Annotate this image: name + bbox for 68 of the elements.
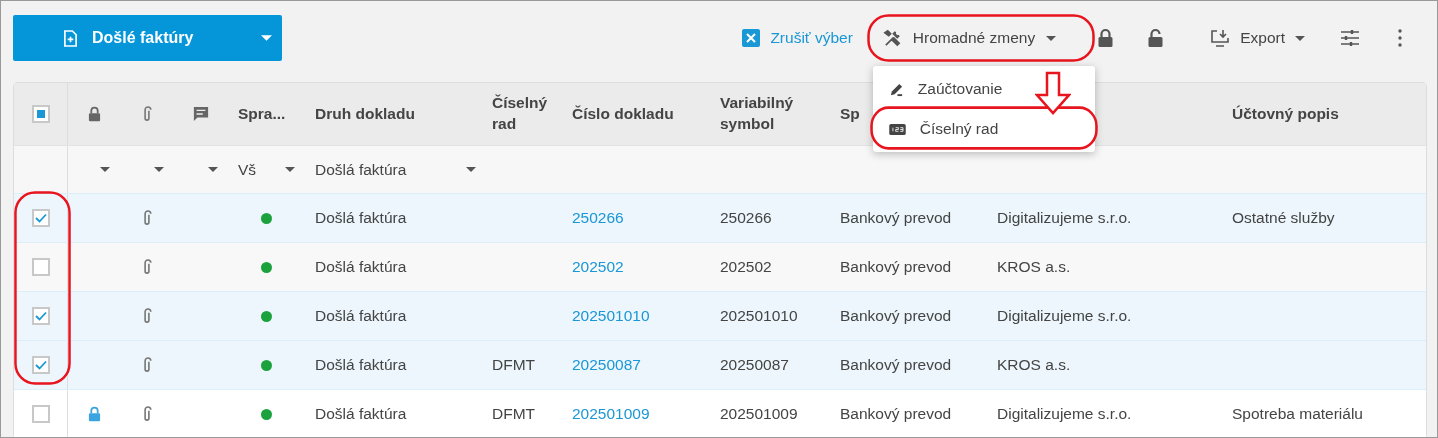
menu-item[interactable]: Zaúčtovanie <box>872 69 1095 109</box>
close-icon <box>742 29 761 47</box>
lock-icon <box>87 106 101 122</box>
filter-dropdown[interactable]: Došlá faktúra <box>315 160 482 179</box>
caret-icon <box>1046 35 1057 41</box>
table-cell: 202501009 <box>720 405 798 423</box>
table-cell: Bankový prevod <box>840 258 952 276</box>
caret-icon <box>466 167 476 172</box>
file-plus-icon <box>63 29 78 47</box>
row-checkbox[interactable] <box>31 209 50 227</box>
table-cell: 20250087 <box>720 356 789 374</box>
table-cell: 202501010 <box>720 307 798 325</box>
monitor-download-icon <box>1210 29 1231 47</box>
table-cell: Došlá faktúra <box>315 209 407 227</box>
table-cell: DFMT <box>492 356 536 374</box>
table-cell: Došlá faktúra <box>315 356 407 374</box>
table-cell: Došlá faktúra <box>315 307 407 325</box>
table-cell: KROS a.s. <box>997 258 1071 276</box>
column-header[interactable]: Číselný rad <box>492 93 552 135</box>
table-cell: Digitalizujeme s.r.o. <box>997 405 1132 423</box>
table-cell: 202502 <box>720 258 772 276</box>
caret-icon <box>261 35 272 41</box>
column-header[interactable]: Číslo dokladu <box>572 103 674 125</box>
row-checkbox[interactable] <box>31 405 50 423</box>
caret-icon <box>1295 35 1305 41</box>
paperclip-icon[interactable] <box>142 307 152 325</box>
check-icon <box>34 360 47 370</box>
row-checkbox[interactable] <box>31 356 50 374</box>
check-icon <box>34 311 47 321</box>
column-header[interactable]: Účtovný popis <box>1232 103 1339 125</box>
row-checkbox[interactable] <box>31 307 50 325</box>
column-header[interactable]: Spra... <box>238 103 286 125</box>
column-header[interactable]: Variabilný symbol <box>720 93 810 135</box>
table-cell: Došlá faktúra <box>315 258 407 276</box>
tools-icon <box>882 28 902 48</box>
caret-icon <box>154 167 164 172</box>
table-cell: KROS a.s. <box>997 356 1071 374</box>
down-arrow <box>1034 71 1071 115</box>
menu-item[interactable]: Číselný rad <box>872 109 1095 149</box>
table-cell: Digitalizujeme s.r.o. <box>997 209 1132 227</box>
paperclip-icon[interactable] <box>142 258 152 276</box>
caret-icon <box>285 167 295 172</box>
table-cell: Bankový prevod <box>840 307 952 325</box>
paperclip-icon <box>142 105 152 123</box>
paperclip-icon[interactable] <box>142 356 152 374</box>
check-icon <box>34 213 47 223</box>
paperclip-icon[interactable] <box>142 405 152 423</box>
table-cell: Spotreba materiálu <box>1232 405 1363 423</box>
column-header[interactable]: Sp <box>840 103 860 125</box>
table-cell: Došlá faktúra <box>315 405 407 423</box>
comment-icon <box>193 106 209 122</box>
paperclip-icon[interactable] <box>142 209 152 227</box>
filter-dropdown[interactable]: Vš <box>238 160 305 179</box>
row-checkbox[interactable] <box>31 258 50 276</box>
table-cell: Digitalizujeme s.r.o. <box>997 307 1132 325</box>
table-cell: Bankový prevod <box>840 209 952 227</box>
table-cell: Ostatné služby <box>1232 209 1335 227</box>
export-button[interactable]: Export <box>1200 18 1315 58</box>
table-cell: Bankový prevod <box>840 405 952 423</box>
select-all-checkbox[interactable] <box>31 105 50 123</box>
pencil-icon <box>888 81 904 97</box>
caret-icon <box>100 167 110 172</box>
caret-icon <box>208 167 218 172</box>
number-icon <box>888 123 906 135</box>
table-cell: Bankový prevod <box>840 356 952 374</box>
table-cell: DFMT <box>492 405 536 423</box>
column-header[interactable]: Druh dokladu <box>315 103 415 125</box>
table-cell: 250266 <box>720 209 772 227</box>
